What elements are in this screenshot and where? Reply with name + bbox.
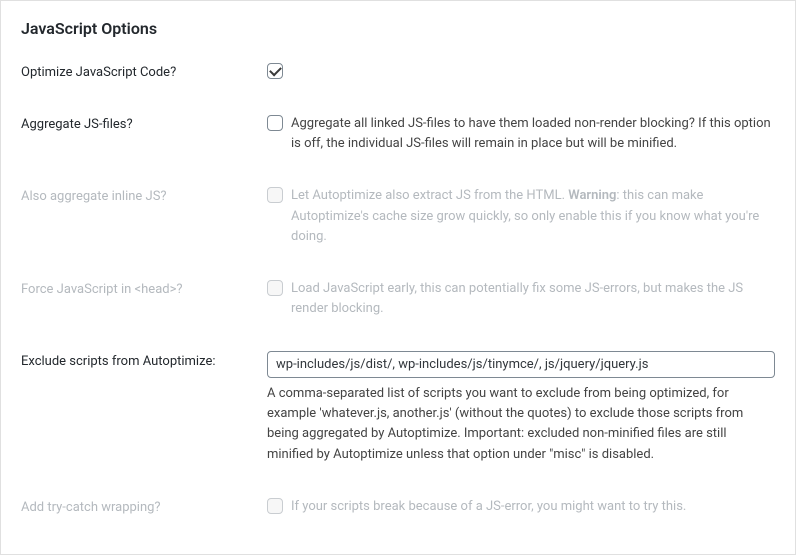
- javascript-options-panel: JavaScript Options Optimize JavaScript C…: [0, 0, 796, 555]
- row-optimize-js: Optimize JavaScript Code?: [21, 62, 775, 82]
- checkbox-optimize-js[interactable]: [267, 63, 283, 79]
- row-exclude-scripts: Exclude scripts from Autoptimize: A comm…: [21, 351, 775, 465]
- row-trycatch: Add try-catch wrapping? If your scripts …: [21, 497, 775, 518]
- desc-force-head: Load JavaScript early, this can potentia…: [291, 279, 775, 319]
- checkbox-force-head: [267, 280, 283, 296]
- checkbox-inline-js: [267, 187, 283, 203]
- label-trycatch: Add try-catch wrapping?: [21, 497, 267, 517]
- input-exclude-scripts[interactable]: [267, 351, 775, 378]
- row-force-head: Force JavaScript in <head>? Load JavaScr…: [21, 279, 775, 319]
- desc-aggregate-js: Aggregate all linked JS-files to have th…: [291, 114, 775, 154]
- label-aggregate-js: Aggregate JS-files?: [21, 114, 267, 134]
- label-optimize-js: Optimize JavaScript Code?: [21, 62, 267, 82]
- desc-inline-js: Let Autoptimize also extract JS from the…: [291, 186, 775, 246]
- label-inline-js: Also aggregate inline JS?: [21, 186, 267, 206]
- desc-inline-warning: Warning: [568, 188, 616, 203]
- checkbox-trycatch: [267, 498, 283, 514]
- label-exclude-scripts: Exclude scripts from Autoptimize:: [21, 351, 267, 371]
- panel-title: JavaScript Options: [21, 19, 775, 38]
- desc-exclude-scripts: A comma-separated list of scripts you wa…: [267, 384, 775, 465]
- checkbox-aggregate-js[interactable]: [267, 115, 283, 131]
- row-aggregate-js: Aggregate JS-files? Aggregate all linked…: [21, 114, 775, 154]
- label-force-head: Force JavaScript in <head>?: [21, 279, 267, 299]
- desc-trycatch: If your scripts break because of a JS-er…: [291, 497, 686, 517]
- row-inline-js: Also aggregate inline JS? Let Autoptimiz…: [21, 186, 775, 246]
- desc-inline-before: Let Autoptimize also extract JS from the…: [291, 188, 568, 203]
